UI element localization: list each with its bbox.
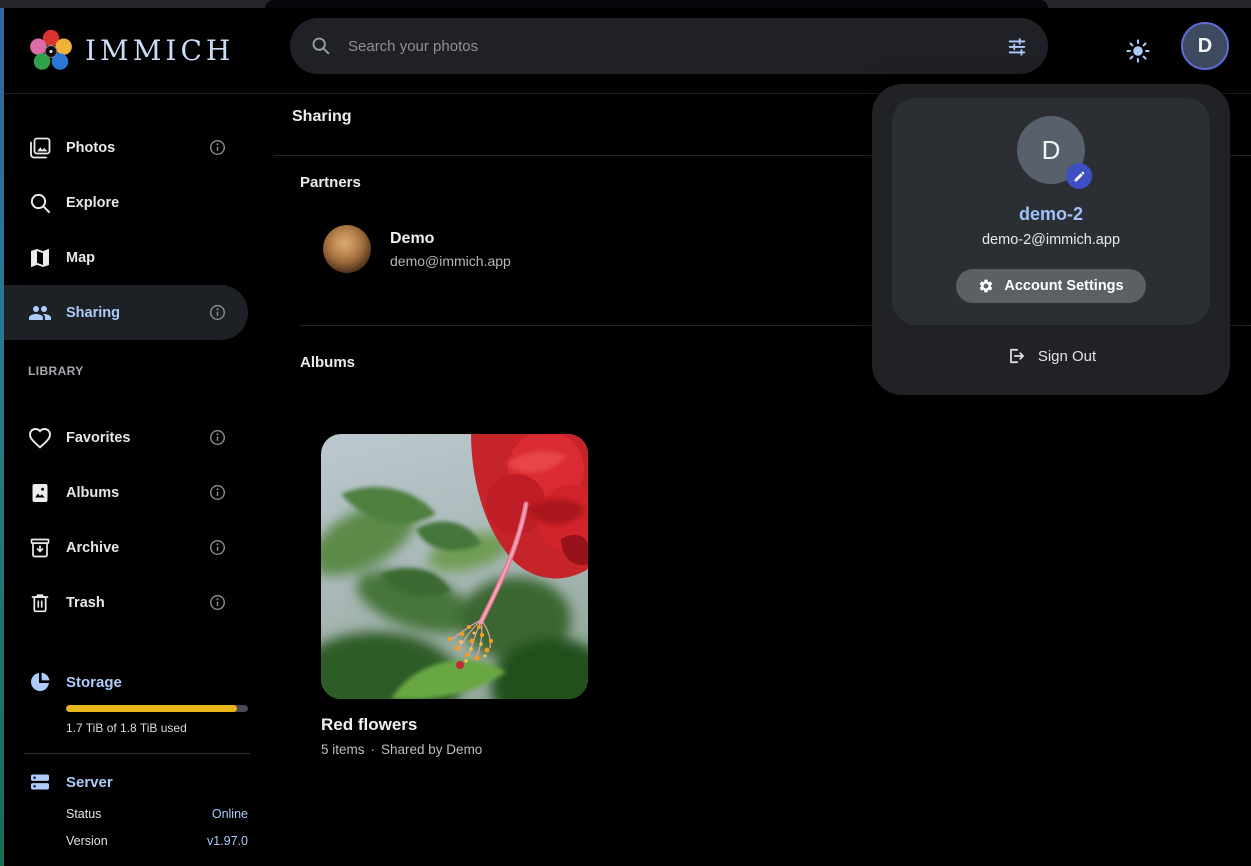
storage-label: Storage bbox=[66, 674, 122, 691]
info-icon[interactable] bbox=[209, 139, 226, 156]
search-input[interactable] bbox=[346, 37, 992, 56]
info-icon[interactable] bbox=[209, 539, 226, 556]
server-icon bbox=[28, 770, 52, 794]
top-navbar: IMMICH bbox=[4, 8, 1251, 94]
sidebar-divider bbox=[24, 753, 250, 754]
immich-flower-icon bbox=[28, 28, 74, 74]
albums-heading: Albums bbox=[300, 354, 355, 371]
storage-progress-track bbox=[66, 705, 248, 712]
account-email: demo-2@immich.app bbox=[982, 232, 1120, 248]
account-username: demo-2 bbox=[1019, 204, 1083, 225]
server-label: Server bbox=[66, 774, 113, 791]
map-icon bbox=[28, 246, 52, 270]
edit-avatar-button[interactable] bbox=[1066, 163, 1092, 189]
sidebar-library-group: Favorites Albums bbox=[4, 378, 274, 630]
immich-logo[interactable]: IMMICH bbox=[28, 28, 234, 74]
sun-icon bbox=[1125, 38, 1151, 64]
info-icon[interactable] bbox=[209, 429, 226, 446]
sidebar-item-favorites[interactable]: Favorites bbox=[4, 410, 248, 465]
sidebar-item-trash[interactable]: Trash bbox=[4, 575, 248, 630]
sidebar-nav-group: Photos Explore Map bbox=[4, 94, 274, 848]
library-section-heading: LIBRARY bbox=[28, 364, 274, 378]
sidebar-item-photos[interactable]: Photos bbox=[4, 120, 248, 175]
info-icon[interactable] bbox=[209, 304, 226, 321]
sidebar-item-sharing[interactable]: Sharing bbox=[4, 285, 248, 340]
browser-top-strip bbox=[0, 0, 1251, 8]
server-status-label: Status bbox=[66, 807, 101, 821]
album-title: Red flowers bbox=[321, 715, 588, 735]
sidebar-item-label: Sharing bbox=[66, 305, 120, 321]
info-icon[interactable] bbox=[209, 594, 226, 611]
logout-icon bbox=[1006, 346, 1026, 366]
filter-sliders-icon bbox=[1006, 35, 1028, 57]
server-status-row: Status Online bbox=[66, 807, 248, 821]
sidebar-item-label: Photos bbox=[66, 140, 115, 156]
sidebar-item-explore[interactable]: Explore bbox=[4, 175, 248, 230]
storage-pie-icon bbox=[28, 670, 52, 694]
album-item-count: 5 items bbox=[321, 742, 365, 757]
photos-icon bbox=[28, 136, 52, 160]
immich-app-window: IMMICH bbox=[0, 0, 1251, 866]
account-card: D demo-2 demo-2@immich.app Account Setti… bbox=[892, 98, 1210, 325]
albums-icon bbox=[28, 481, 52, 505]
sidebar-item-archive[interactable]: Archive bbox=[4, 520, 248, 575]
partner-row[interactable]: Demo demo@immich.app bbox=[323, 225, 511, 273]
account-settings-button[interactable]: Account Settings bbox=[956, 269, 1145, 303]
sidebar-item-label: Explore bbox=[66, 195, 119, 211]
user-avatar-button[interactable]: D bbox=[1181, 22, 1229, 70]
sign-out-label: Sign Out bbox=[1038, 348, 1096, 365]
sharing-people-icon bbox=[28, 301, 52, 325]
theme-toggle-button[interactable] bbox=[1118, 31, 1158, 71]
sidebar-item-map[interactable]: Map bbox=[4, 230, 248, 285]
sign-out-button[interactable]: Sign Out bbox=[872, 336, 1230, 376]
server-status-value: Online bbox=[212, 807, 248, 821]
storage-panel: Storage 1.7 TiB of 1.8 TiB used bbox=[4, 670, 274, 735]
pencil-icon bbox=[1073, 170, 1086, 183]
server-version-label: Version bbox=[66, 834, 108, 848]
album-shared-by: Shared by Demo bbox=[381, 742, 482, 757]
partner-email: demo@immich.app bbox=[390, 253, 511, 269]
partners-heading: Partners bbox=[300, 174, 361, 191]
browser-top-strip-inner bbox=[265, 0, 1048, 8]
sidebar-item-label: Favorites bbox=[66, 430, 130, 446]
heart-icon bbox=[28, 426, 52, 450]
server-panel: Server Status Online Version v1.97.0 bbox=[4, 770, 274, 848]
trash-icon bbox=[28, 591, 52, 615]
info-icon[interactable] bbox=[209, 484, 226, 501]
search-bar[interactable] bbox=[290, 18, 1048, 74]
server-version-row: Version v1.97.0 bbox=[66, 834, 248, 848]
album-card[interactable]: Red flowers 5 items · Shared by Demo bbox=[321, 434, 588, 757]
search-icon bbox=[310, 35, 332, 57]
sidebar-item-label: Albums bbox=[66, 485, 119, 501]
gear-icon bbox=[978, 278, 994, 294]
server-version-value: v1.97.0 bbox=[207, 834, 248, 848]
storage-usage-text: 1.7 TiB of 1.8 TiB used bbox=[66, 721, 274, 735]
storage-progress-fill bbox=[66, 705, 237, 712]
sidebar-item-label: Archive bbox=[66, 540, 119, 556]
album-meta: 5 items · Shared by Demo bbox=[321, 742, 588, 757]
sidebar-item-label: Map bbox=[66, 250, 95, 266]
partner-avatar bbox=[323, 225, 371, 273]
album-cover-image bbox=[321, 434, 588, 699]
account-settings-label: Account Settings bbox=[1004, 278, 1123, 294]
search-filters-button[interactable] bbox=[1006, 35, 1028, 57]
account-dropdown: D demo-2 demo-2@immich.app Account Setti… bbox=[872, 84, 1230, 395]
immich-wordmark: IMMICH bbox=[85, 34, 234, 67]
album-meta-separator: · bbox=[371, 742, 376, 757]
explore-search-icon bbox=[28, 191, 52, 215]
sidebar-item-albums[interactable]: Albums bbox=[4, 465, 248, 520]
sidebar: Photos Explore Map bbox=[4, 94, 274, 866]
sidebar-item-label: Trash bbox=[66, 595, 105, 611]
partner-name: Demo bbox=[390, 230, 511, 248]
page-title: Sharing bbox=[292, 108, 352, 126]
archive-icon bbox=[28, 536, 52, 560]
